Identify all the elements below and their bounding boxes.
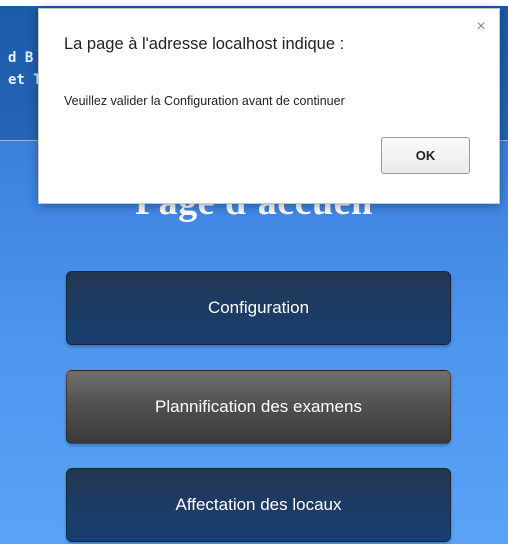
configuration-button-label: Configuration [207,298,310,317]
dialog-message: Veuillez valider la Configuration avant … [64,94,345,108]
header-text-line-2: et T [8,72,42,88]
affectation-locaux-button-label: Affectation des locaux [175,495,342,514]
dialog-title: La page à l'adresse localhost indique : [64,35,345,53]
ok-button[interactable]: OK [381,137,470,174]
planification-button-label: Plannification des examens [155,397,362,416]
alert-dialog: La page à l'adresse localhost indique : … [38,8,500,204]
header-text-line-1: d B [8,50,34,66]
configuration-button[interactable]: Configuration [66,271,451,345]
ok-button-label: OK [415,148,436,163]
affectation-locaux-button[interactable]: Affectation des locaux [66,468,451,542]
close-icon[interactable]: × [473,19,489,35]
planification-button[interactable]: Plannification des examens [66,370,451,444]
